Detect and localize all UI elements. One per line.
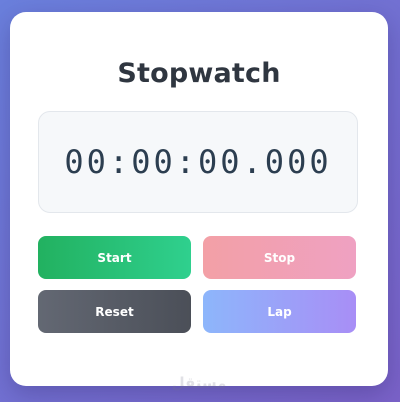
page-title: Stopwatch (117, 58, 281, 89)
stopwatch-card: Stopwatch 00:00:00.000 Start Stop Reset … (10, 12, 388, 392)
time-display: 00:00:00.000 (38, 111, 358, 213)
stop-button-label: Stop (263, 250, 296, 265)
start-button[interactable]: Start (38, 236, 191, 279)
stop-button[interactable]: Stop (203, 236, 356, 279)
lap-button-label: Lap (267, 304, 292, 319)
watermark: مستقل (171, 374, 227, 392)
reset-button[interactable]: Reset (38, 290, 191, 333)
reset-button-label: Reset (95, 304, 134, 319)
lap-button[interactable]: Lap (203, 290, 356, 333)
time-readout: 00:00:00.000 (64, 143, 332, 181)
start-button-label: Start (97, 250, 132, 265)
